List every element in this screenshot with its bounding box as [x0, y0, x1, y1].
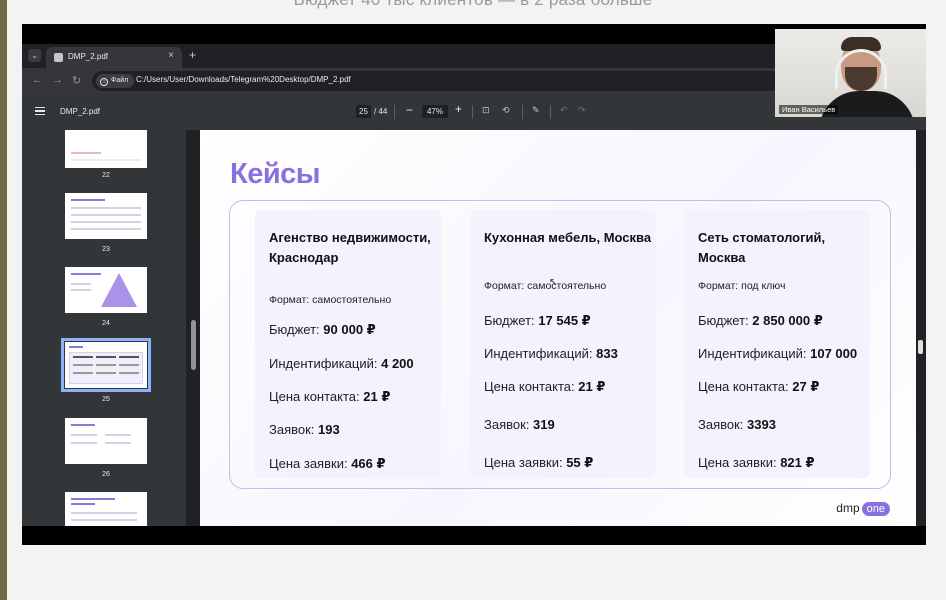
case-lead-price: Цена заявки: 466 ₽ [269, 456, 386, 471]
zoom-in-icon[interactable]: + [455, 102, 462, 116]
close-tab-icon[interactable]: × [168, 50, 174, 61]
case-contact-price: Цена контакта: 21 ₽ [269, 389, 391, 404]
case-card: Кухонная мебель, Москва Формат: самостоя… [470, 210, 656, 478]
rotate-icon[interactable]: ⟲ [502, 105, 510, 116]
zoom-input[interactable]: 47% [422, 105, 448, 118]
case-contact-price: Цена контакта: 21 ₽ [484, 379, 606, 394]
top-caption: Бюджет 40 тыс клиентов — в 2 раза больше [0, 0, 946, 10]
toolbar-divider [522, 105, 523, 119]
pdf-page-viewport: Кейсы Агенство недвижимости, Краснодар Ф… [200, 130, 916, 526]
undo-icon[interactable]: ↶ [560, 105, 568, 116]
thumbnail-label: 25 [102, 396, 110, 403]
thumbnail-label: 26 [102, 471, 110, 478]
redo-icon[interactable]: ↷ [578, 105, 586, 116]
case-budget: Бюджет: 2 850 000 ₽ [698, 313, 823, 328]
back-icon[interactable]: ← [32, 74, 43, 86]
left-edge-strip [0, 0, 7, 600]
case-leads: Заявок: 3393 [698, 417, 776, 432]
thumbnail-page-25[interactable] [61, 338, 151, 392]
case-budget: Бюджет: 17 545 ₽ [484, 313, 591, 328]
thumbnail-page-24[interactable] [65, 267, 147, 313]
webcam-name-label: Иван Васильев [779, 105, 839, 114]
thumbnail-label: 22 [102, 172, 110, 179]
mouse-cursor-icon: ↖ [549, 277, 558, 288]
case-format: Формат: самостоятельно [269, 294, 392, 306]
case-contact-price: Цена контакта: 27 ₽ [698, 379, 820, 394]
page-number-input[interactable]: 25 [356, 105, 371, 118]
info-chip-label: Файл [111, 77, 129, 84]
case-format: Формат: самостоятельно [484, 280, 607, 292]
webcam-overlay: Иван Васильев [775, 29, 926, 117]
thumbnail-label: 24 [102, 320, 110, 327]
url-text: C:/Users/User/Downloads/Telegram%20Deskt… [136, 75, 351, 84]
sidebar-scrollbar[interactable] [191, 320, 196, 370]
thumbnail-label: 23 [102, 246, 110, 253]
tab-search-dropdown-icon[interactable]: ⌄ [28, 49, 41, 62]
viewport-scrollbar[interactable] [918, 340, 923, 354]
case-identifications: Индентификаций: 833 [484, 346, 618, 361]
tab-pdf[interactable]: DMP_2.pdf × [46, 47, 182, 68]
url-input[interactable]: i Файл C:/Users/User/Downloads/Telegram%2… [92, 71, 782, 91]
site-info-chip[interactable]: i Файл [96, 74, 135, 88]
toolbar-divider [550, 105, 551, 119]
tab-title: DMP_2.pdf [68, 52, 109, 61]
case-leads: Заявок: 319 [484, 417, 555, 432]
pdf-file-name: DMP_2.pdf [60, 107, 101, 116]
thumbnail-page-27[interactable] [65, 492, 147, 526]
case-lead-price: Цена заявки: 55 ₽ [484, 455, 594, 470]
annotate-pen-icon[interactable]: ✎ [532, 105, 540, 116]
brand-logo: dmp one [836, 501, 890, 516]
reload-icon[interactable]: ↻ [72, 74, 81, 87]
case-name: Агенство недвижимости, Краснодар [269, 230, 431, 265]
brand-badge: one [861, 502, 890, 516]
thumbnail-page-23[interactable] [65, 193, 147, 239]
thumbnail-page-22[interactable] [65, 130, 147, 168]
forward-icon[interactable]: → [52, 74, 63, 86]
case-identifications: Индентификаций: 107 000 [698, 346, 858, 361]
toolbar-divider [394, 105, 395, 119]
case-identifications: Индентификаций: 4 200 [269, 356, 414, 371]
thumbnail-page-26[interactable] [65, 418, 147, 464]
menu-icon[interactable] [35, 107, 45, 115]
pdf-favicon-icon [54, 53, 63, 62]
case-budget: Бюджет: 90 000 ₽ [269, 322, 376, 337]
thumbnail-sidebar: 22 23 24 25 26 [22, 130, 200, 526]
info-icon: i [100, 78, 108, 86]
new-tab-icon[interactable]: + [189, 48, 196, 62]
case-card: Агенство недвижимости, Краснодар Формат:… [255, 210, 441, 478]
case-card: Сеть стоматологий, Москва Формат: под кл… [684, 210, 870, 478]
toolbar-divider [472, 105, 473, 119]
case-lead-price: Цена заявки: 821 ₽ [698, 455, 815, 470]
case-leads: Заявок: 193 [269, 422, 340, 437]
case-name: Кухонная мебель, Москва [484, 230, 652, 245]
fit-page-icon[interactable]: ⊡ [482, 105, 490, 116]
page-total: / 44 [374, 107, 388, 116]
case-name: Сеть стоматологий, Москва [698, 230, 826, 265]
slide-title: Кейсы [230, 158, 321, 190]
case-format: Формат: под ключ [698, 280, 786, 292]
zoom-out-icon[interactable]: − [406, 103, 413, 117]
